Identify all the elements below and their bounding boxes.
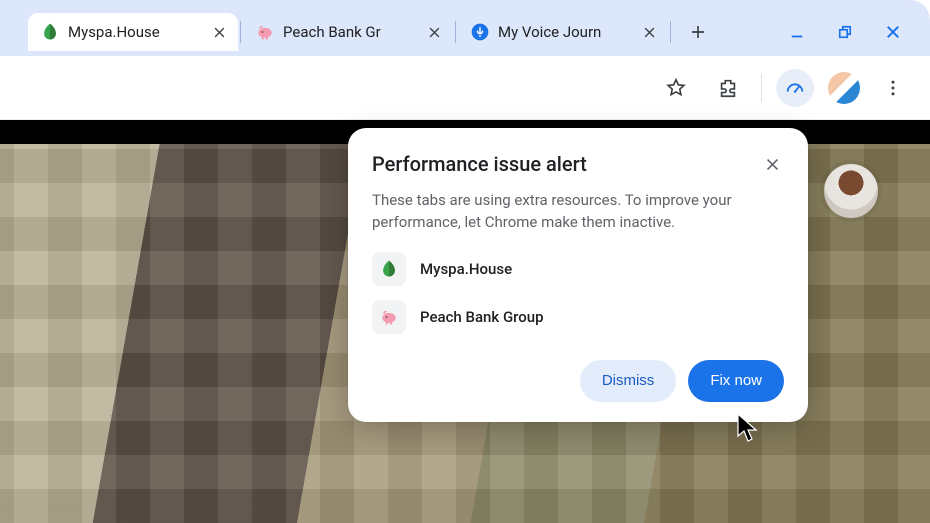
voice-icon [470, 22, 490, 42]
window-controls [786, 21, 930, 43]
performance-alert-popup: Performance issue alert These tabs are u… [348, 128, 808, 422]
leaf-icon [372, 252, 406, 286]
popup-tab-list: Myspa.House Peach Bank Group [372, 252, 784, 334]
popup-close-button[interactable] [760, 152, 784, 176]
tab-title: Peach Bank Gr [283, 23, 417, 41]
kebab-menu-button[interactable] [874, 69, 912, 107]
tab-separator [455, 21, 456, 43]
performance-speedometer-button[interactable] [776, 69, 814, 107]
extensions-button[interactable] [709, 69, 747, 107]
restore-button[interactable] [834, 21, 856, 43]
tab-separator [240, 21, 241, 43]
piggy-icon [372, 300, 406, 334]
piggy-icon [255, 22, 275, 42]
tab-title: Myspa.House [68, 23, 202, 41]
popup-item-myspa: Myspa.House [372, 252, 784, 286]
close-icon[interactable] [425, 23, 443, 41]
tab-peach-bank[interactable]: Peach Bank Gr [243, 13, 453, 51]
minimize-button[interactable] [786, 21, 808, 43]
leaf-icon [40, 22, 60, 42]
tab-title: My Voice Journ [498, 23, 632, 41]
popup-item-label: Myspa.House [420, 260, 512, 278]
new-tab-button[interactable] [683, 17, 713, 47]
close-icon[interactable] [640, 23, 658, 41]
tab-strip: Myspa.House Peach Bank Gr My Voice Journ [0, 0, 930, 56]
popup-item-label: Peach Bank Group [420, 308, 544, 326]
toolbar [0, 56, 930, 120]
bookmark-star-button[interactable] [657, 69, 695, 107]
popup-title: Performance issue alert [372, 152, 587, 176]
dismiss-button[interactable]: Dismiss [580, 360, 677, 402]
tab-myspa-house[interactable]: Myspa.House [28, 13, 238, 51]
popup-description: These tabs are using extra resources. To… [372, 190, 784, 234]
tab-voice-journal[interactable]: My Voice Journ [458, 13, 668, 51]
toolbar-separator [761, 74, 762, 102]
popup-item-peach-bank: Peach Bank Group [372, 300, 784, 334]
video-call-avatar[interactable] [824, 164, 878, 218]
profile-avatar[interactable] [828, 72, 860, 104]
close-window-button[interactable] [882, 21, 904, 43]
tab-separator [670, 21, 671, 43]
fix-now-button[interactable]: Fix now [688, 360, 784, 402]
close-icon[interactable] [210, 23, 228, 41]
